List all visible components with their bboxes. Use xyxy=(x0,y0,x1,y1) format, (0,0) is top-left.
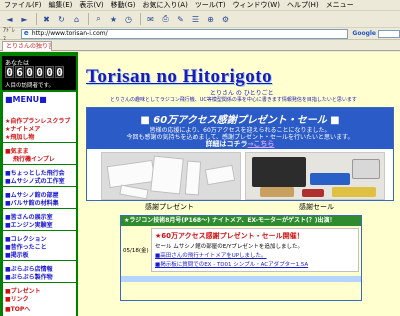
search-icon[interactable]: ⌕ xyxy=(92,13,105,26)
mail-icon[interactable]: ✉ xyxy=(144,13,157,26)
menu-divider xyxy=(3,208,76,209)
menu-item-bbs[interactable]: ■掲示板 xyxy=(5,250,29,259)
counter-digit: 0 xyxy=(5,66,14,79)
settings-icon[interactable]: ⚙ xyxy=(219,13,232,26)
news-item[interactable]: ■掲示板に質問でのEX - TD01 シンプル・ACアダプター1.5A xyxy=(155,260,308,268)
browser-toolbar: ◄ ► ✖ ↻ ⌂ ⌕ ★ ◷ ✉ ⎙ ✎ ☰ ⊕ ⚙ xyxy=(0,11,400,28)
connector-part xyxy=(302,189,324,197)
google-search[interactable]: Google xyxy=(352,29,400,38)
news-date: 05/18(金) xyxy=(123,248,149,254)
menu-divider xyxy=(3,260,76,261)
menu-bar: ファイル(F) 編集(E) 表示(V) 移動(G) お気に入り(A) ツール(T… xyxy=(0,0,400,11)
tab-bar: とりさんの独り言 xyxy=(0,40,400,51)
promo-detail-link[interactable]: →こちら xyxy=(248,140,275,148)
menu-item-works[interactable]: ■ぶらぶら製作物 xyxy=(5,272,53,281)
present-caption: 感謝プレゼント xyxy=(145,203,194,211)
news-item: セール ムサシノ館の部屋のE/Yプレゼントを追加しました。 xyxy=(155,244,303,250)
package-part xyxy=(332,187,376,197)
menu-item-impressions[interactable]: 飛行機インプレ xyxy=(13,154,55,163)
counter-digit: 0 xyxy=(45,66,54,79)
menu-item-engine[interactable]: ■エンジン実験室 xyxy=(5,220,53,229)
menu-view[interactable]: 表示(V) xyxy=(79,0,103,10)
menu-item-links[interactable]: ■リンク xyxy=(5,294,29,303)
edit-icon[interactable]: ✎ xyxy=(174,13,187,26)
site-banner: Torisan no Hitorigoto xyxy=(86,66,273,87)
menu-go[interactable]: 移動(G) xyxy=(111,0,136,10)
tab-torisan[interactable]: とりさんの独り言 xyxy=(2,41,52,51)
address-input[interactable]: http://www.torisan-i.com/ xyxy=(20,28,349,39)
menu-item-workshop[interactable]: ■ムサシノ式の工作室 xyxy=(5,176,65,185)
news-box: ★ラジコン技術8月号(P168〜) ナイトメア、EX-モーターがゲスト(？)出演… xyxy=(120,215,362,301)
motor-part xyxy=(252,157,306,187)
forward-icon[interactable]: ► xyxy=(18,13,31,26)
google-label: Google xyxy=(352,30,376,37)
menu-divider xyxy=(3,142,76,143)
discuss-icon[interactable]: ☰ xyxy=(189,13,202,26)
menu-title: ■MENU■ xyxy=(5,95,47,104)
counter-digit: 0 xyxy=(55,66,64,79)
site-tagline: とりさんの趣味としてラジコン飛行機、UC等模型関係の事を中心に書きます情報発信を… xyxy=(110,97,357,103)
zoom-icon[interactable]: ⊕ xyxy=(204,13,217,26)
promo-box: ■ 60万アクセス感謝プレゼント・セール ■ 皆様の応援により、60万アクセスを… xyxy=(86,107,394,211)
menu-divider xyxy=(3,164,76,165)
toolbar-separator xyxy=(36,13,37,25)
news-body: ★60万アクセス感謝プレゼント・セール開催！ セール ムサシノ館の部屋のE/Yプ… xyxy=(151,228,359,272)
sale-caption: 感謝セール xyxy=(299,203,334,211)
main-content: Torisan no Hitorigoto とりさん の ひとりごと とりさんの… xyxy=(80,52,400,316)
history-icon[interactable]: ◷ xyxy=(122,13,135,26)
menu-divider xyxy=(3,282,76,283)
news-item[interactable]: ■高田さんの飛行ナイトメアをUPしました。 xyxy=(155,251,267,259)
counter-digit: 6 xyxy=(15,66,24,79)
menu-item-flying[interactable]: ★飛加し物 xyxy=(5,132,34,141)
toolbar-separator xyxy=(140,13,141,25)
propeller-part xyxy=(260,187,294,197)
refresh-icon[interactable]: ↻ xyxy=(55,13,68,26)
news-footer-bar xyxy=(121,276,361,282)
menu-tools[interactable]: ツール(T) xyxy=(195,0,226,10)
print-icon[interactable]: ⎙ xyxy=(159,13,172,26)
favorites-icon[interactable]: ★ xyxy=(107,13,120,26)
promo-detail-text: 詳細はコチラ xyxy=(205,140,248,148)
counter-subtitle: 人目の訪問者です。 xyxy=(5,83,54,89)
menu-menu[interactable]: メニュー xyxy=(326,0,354,10)
foam-wing-part xyxy=(184,160,202,196)
news-title[interactable]: ★60万アクセス感謝プレゼント・セール開催！ xyxy=(155,231,304,241)
counter-digit: 0 xyxy=(35,66,44,79)
menu-file[interactable]: ファイル(F) xyxy=(4,0,42,10)
toolbar-separator xyxy=(88,13,89,25)
menu-item-top[interactable]: ■TOPへ xyxy=(5,304,30,313)
menu-edit[interactable]: 編集(E) xyxy=(49,0,73,10)
foam-wing-part xyxy=(150,155,184,195)
controller-part xyxy=(352,159,380,179)
access-counter: あなたは 0 6 0 0 0 0 人目の訪問者です。 xyxy=(2,56,76,90)
address-bar: ｱﾄﾞﾚｽ http://www.torisan-i.com/ Google xyxy=(0,27,400,43)
menu-divider xyxy=(3,186,76,187)
menu-divider xyxy=(3,230,76,231)
menu-favorites[interactable]: お気に入り(A) xyxy=(143,0,188,10)
present-photo[interactable] xyxy=(101,152,241,200)
sale-photo[interactable] xyxy=(245,152,385,200)
counter-digit: 0 xyxy=(25,66,34,79)
menu-panel: ■MENU■ ★自作プランレスクラブ ★ナイトメア ★飛加し物 ■気まま 飛行機… xyxy=(3,92,76,316)
home-icon[interactable]: ⌂ xyxy=(70,13,83,26)
foam-wing-part xyxy=(204,164,236,186)
web-page: あなたは 0 6 0 0 0 0 人目の訪問者です。 ■MENU■ ★自作プラン… xyxy=(0,52,400,316)
sidebar: あなたは 0 6 0 0 0 0 人目の訪問者です。 ■MENU■ ★自作プラン… xyxy=(0,52,78,316)
menu-window[interactable]: ウィンドウ(W) xyxy=(233,0,280,10)
stop-icon[interactable]: ✖ xyxy=(40,13,53,26)
menu-item-balsa[interactable]: ■バルサ館の材料集 xyxy=(5,198,59,207)
counter-digits: 0 6 0 0 0 0 xyxy=(5,66,65,79)
battery-part xyxy=(310,173,350,185)
menu-help[interactable]: ヘルプ(H) xyxy=(287,0,319,10)
news-header[interactable]: ★ラジコン技術8月号(P168〜) ナイトメア、EX-モーターがゲスト(？)出演… xyxy=(121,216,361,226)
foam-wing-part xyxy=(119,184,149,199)
promo-detail: 詳細はコチラ→こちら xyxy=(87,139,393,149)
foam-wing-part xyxy=(106,159,156,189)
google-search-input[interactable] xyxy=(378,29,400,38)
promo-header: ■ 60万アクセス感謝プレゼント・セール ■ 皆様の応援により、60万アクセスを… xyxy=(87,108,393,149)
promo-title: ■ 60万アクセス感謝プレゼント・セール ■ xyxy=(140,115,340,126)
